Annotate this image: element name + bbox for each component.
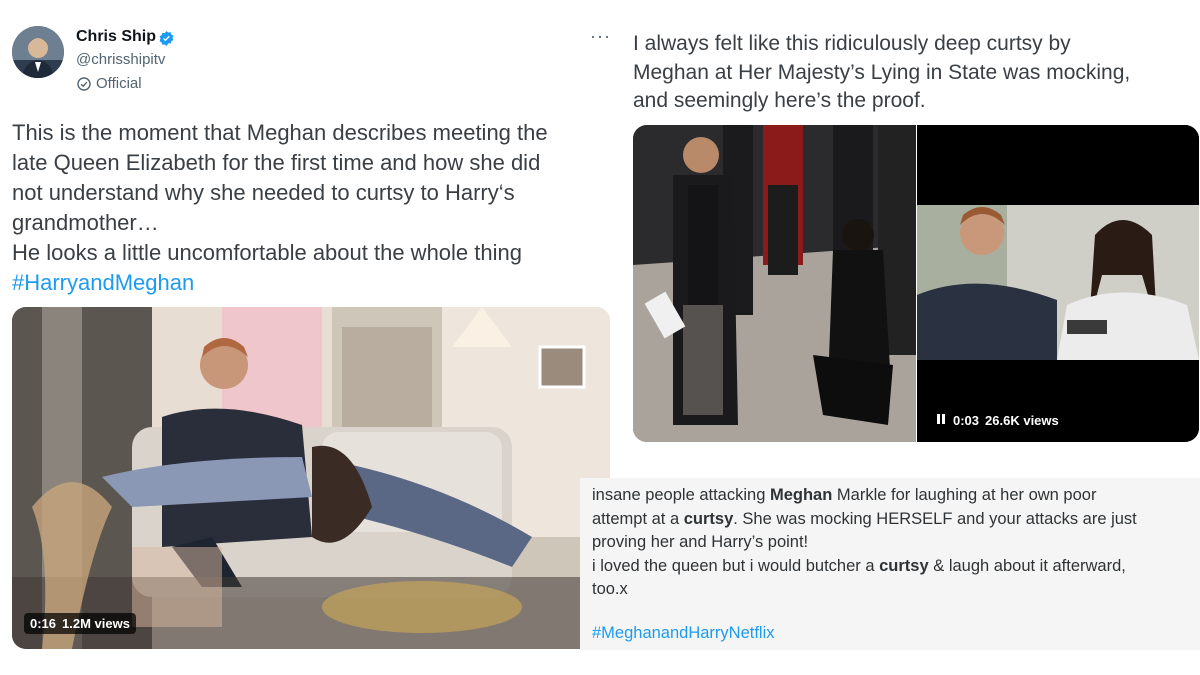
text-fragment: . She was mocking HERSELF and your attac… (733, 509, 1137, 528)
text-fragment: i loved the queen but i would butcher a (592, 556, 880, 575)
hashtag-link[interactable]: #HarryandMeghan (12, 268, 612, 298)
video-views: 1.2M views (62, 616, 130, 631)
pause-icon[interactable] (935, 413, 947, 425)
text-fragment: insane people attacking (592, 486, 770, 504)
tweet-text: insane people attacking Meghan Markle fo… (592, 484, 1192, 602)
netflix-video-player[interactable]: 0:03 26.6K views (917, 125, 1199, 442)
hashtag-link[interactable]: #MeghanandHarryNetflix (592, 624, 775, 643)
official-text: Official (96, 75, 142, 92)
text-fragment: & laugh about it afterward, (928, 556, 1126, 575)
tweet-chris-ship: Chris Ship @chrisshipitv Official ··· Th… (0, 0, 620, 675)
video-duration: 0:03 (953, 413, 980, 428)
tweet-insane-people: insane people attacking Meghan Markle fo… (580, 478, 1200, 650)
video-views: 26.6K views (985, 413, 1059, 428)
bold-keyword: curtsy (683, 509, 734, 528)
netflix-video-frame (917, 125, 1199, 442)
bold-keyword: curtsy (879, 556, 929, 575)
video-frame-image (12, 307, 610, 649)
official-label: Official (77, 75, 142, 92)
tweet-text-line: grandmother… (12, 210, 159, 235)
tweet-text-line: He looks a little uncomfortable about th… (12, 240, 522, 265)
tweet-text-line: insane people attacking Meghan Markle fo… (592, 484, 1192, 508)
text-fragment: attempt at a (592, 509, 684, 528)
tweet-text-line: i loved the queen but i would butcher a … (592, 555, 1192, 579)
tweet-text-line: attempt at a curtsy. She was mocking HER… (592, 508, 1192, 532)
video-stats-badge: 0:03 26.6K views (929, 410, 1065, 431)
video-player[interactable]: 0:16 1.2M views (12, 307, 610, 649)
tweet-text-line: This is the moment that Meghan describes… (12, 120, 548, 145)
video-stats-badge: 0:16 1.2M views (24, 613, 136, 634)
author-handle[interactable]: @chrisshipitv (76, 51, 165, 68)
lying-in-state-photo[interactable] (633, 125, 916, 442)
tweet-text-line: too.x (592, 580, 628, 598)
curtsy-photo-image (633, 125, 916, 442)
author-name[interactable]: Chris Ship (76, 28, 156, 46)
avatar[interactable] (12, 26, 64, 78)
tweet-text-line: Meghan at Her Majesty’s Lying in State w… (633, 60, 1131, 84)
text-fragment: Markle for laughing at her own poor (832, 486, 1097, 504)
official-check-icon (77, 76, 91, 91)
more-options-button[interactable]: ··· (590, 26, 611, 47)
verified-badge-icon (159, 31, 174, 46)
bold-keyword: Meghan (769, 486, 833, 504)
tweet-text-line: proving her and Harry’s point! (592, 533, 809, 551)
tweet-text: This is the moment that Meghan describes… (12, 118, 612, 298)
tweet-text-curtsy: I always felt like this ridiculously dee… (633, 30, 1193, 116)
tweet-text-line: and seemingly here’s the proof. (633, 89, 926, 112)
video-duration: 0:16 (30, 616, 57, 631)
tweet-text-line: late Queen Elizabeth for the first time … (12, 150, 541, 175)
tweet-text-line: not understand why she needed to curtsy … (12, 180, 515, 205)
tweet-text-line: I always felt like this ridiculously dee… (633, 32, 1071, 55)
